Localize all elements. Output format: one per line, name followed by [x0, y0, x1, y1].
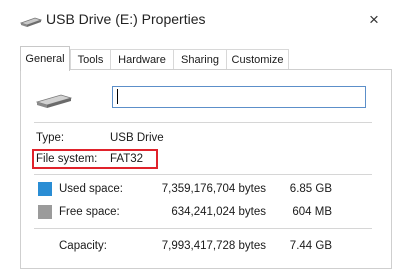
used-space-bytes: 7,359,176,704 bytes — [161, 183, 266, 195]
used-space-swatch — [38, 182, 52, 196]
tab-strip: General Tools Hardware Sharing Customize — [20, 46, 392, 71]
tab-sharing[interactable]: Sharing — [173, 49, 226, 69]
type-label: Type: — [36, 132, 65, 144]
tab-hardware[interactable]: Hardware — [110, 49, 173, 69]
file-system-value: FAT32 — [110, 153, 144, 165]
close-button[interactable]: × — [359, 6, 389, 34]
capacity-bytes: 7,993,417,728 bytes — [161, 240, 266, 252]
divider — [34, 122, 372, 123]
free-space-size: 604 MB — [292, 206, 332, 218]
usb-drive-icon — [20, 17, 42, 27]
divider — [34, 228, 372, 229]
title-bar: USB Drive (E:) Properties × — [0, 0, 397, 40]
free-space-swatch — [38, 205, 52, 219]
capacity-size: 7.44 GB — [289, 240, 332, 252]
used-space-label: Used space: — [59, 183, 123, 195]
tab-customize[interactable]: Customize — [226, 49, 289, 69]
divider — [34, 174, 372, 175]
tab-tools[interactable]: Tools — [70, 49, 110, 69]
file-system-label: File system: — [36, 153, 98, 165]
free-space-label: Free space: — [59, 206, 120, 218]
tab-general[interactable]: General — [20, 46, 70, 71]
text-caret — [117, 89, 118, 104]
type-value: USB Drive — [110, 132, 164, 144]
window-title: USB Drive (E:) Properties — [46, 11, 206, 27]
capacity-label: Capacity: — [59, 240, 107, 252]
close-icon: × — [369, 10, 379, 29]
drive-name-input[interactable] — [112, 86, 366, 108]
used-space-size: 6.85 GB — [289, 183, 332, 195]
usb-drive-icon — [36, 94, 72, 108]
free-space-bytes: 634,241,024 bytes — [171, 206, 266, 218]
